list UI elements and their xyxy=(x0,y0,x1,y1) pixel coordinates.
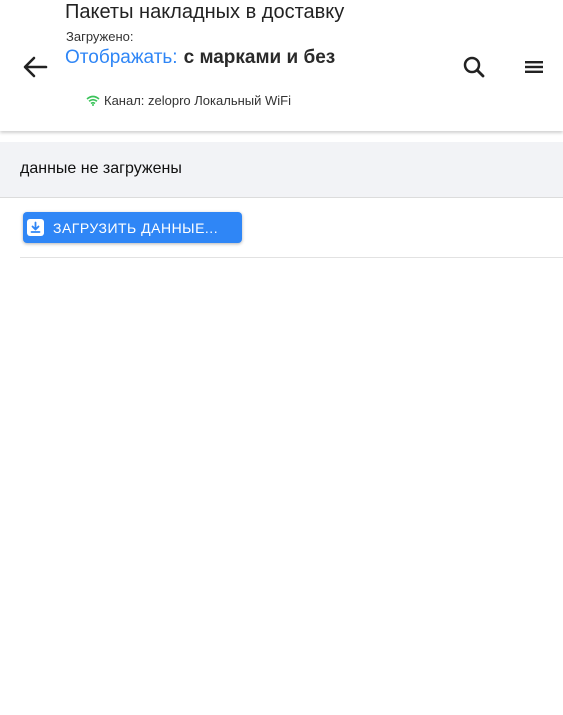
display-filter[interactable]: Отображать: с марками и без xyxy=(65,47,335,69)
channel-status: Канал: zelopro Локальный WiFi xyxy=(86,93,291,108)
app-header: Пакеты накладных в доставку Загружено: О… xyxy=(0,0,563,131)
download-icon xyxy=(27,219,44,236)
menu-button[interactable] xyxy=(520,53,548,81)
load-data-button[interactable]: ЗАГРУЗИТЬ ДАННЫЕ... xyxy=(23,212,242,243)
status-bar: данные не загружены xyxy=(0,142,563,198)
page-title: Пакеты накладных в доставку xyxy=(65,1,345,23)
search-icon xyxy=(463,56,485,78)
channel-text: Канал: zelopro Локальный WiFi xyxy=(104,93,291,108)
search-button[interactable] xyxy=(460,53,488,81)
divider xyxy=(20,257,563,258)
hamburger-menu-icon xyxy=(525,61,543,73)
wifi-icon xyxy=(86,95,100,106)
load-data-label: ЗАГРУЗИТЬ ДАННЫЕ... xyxy=(53,219,219,236)
arrow-left-icon xyxy=(23,56,48,78)
display-filter-value: с марками и без xyxy=(183,47,336,68)
status-message: данные не загружены xyxy=(20,160,182,177)
loaded-label: Загружено: xyxy=(66,29,134,44)
back-button[interactable] xyxy=(20,52,50,82)
display-filter-label: Отображать: xyxy=(65,47,178,68)
